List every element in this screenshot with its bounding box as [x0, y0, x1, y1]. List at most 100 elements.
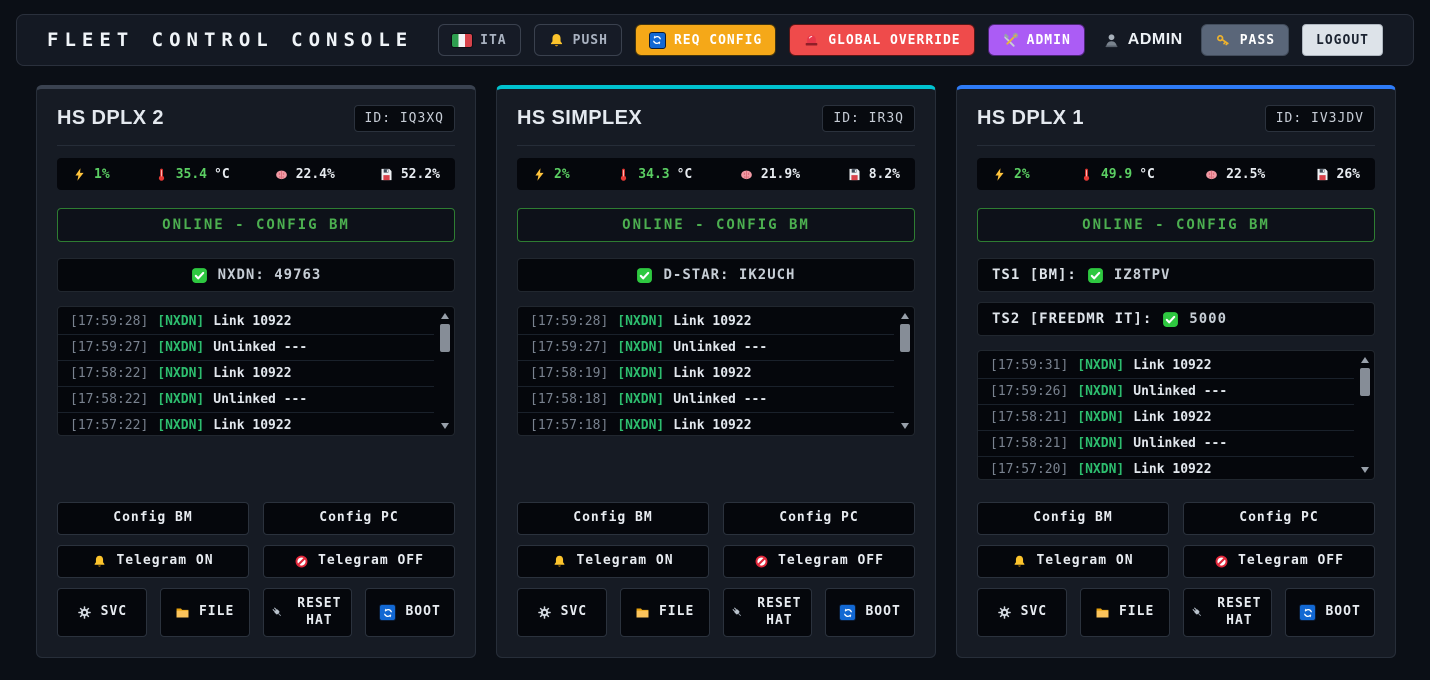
- boot-button[interactable]: BOOT: [1285, 588, 1375, 637]
- bell-icon: [1012, 554, 1027, 569]
- log-entry: [17:59:27][NXDN]Unlinked ---: [518, 335, 894, 361]
- scrollbar-thumb[interactable]: [900, 324, 910, 352]
- telegram-button-row: Telegram ON Telegram OFF: [57, 545, 455, 578]
- language-button-label: ITA: [480, 33, 506, 48]
- boot-button[interactable]: BOOT: [365, 588, 455, 637]
- pass-button[interactable]: PASS: [1201, 24, 1289, 56]
- config-button-row: Config BM Config PC: [57, 502, 455, 535]
- floppy-disk-icon: [1315, 167, 1330, 182]
- reset-hat-button[interactable]: RESET HAT: [263, 588, 353, 637]
- log-mode-tag: [NXDN]: [157, 387, 204, 412]
- logout-button-label: LOGOUT: [1316, 33, 1369, 48]
- reset-hat-button[interactable]: RESET HAT: [723, 588, 813, 637]
- log-mode-tag: [NXDN]: [617, 361, 664, 386]
- disk-value: 52.2%: [401, 167, 440, 182]
- log-scrollbar[interactable]: [1359, 353, 1371, 477]
- cpu-value: 1%: [94, 167, 110, 182]
- network-row: NXDN: 49763: [57, 258, 455, 292]
- log-entry: [17:58:21][NXDN]Unlinked ---: [978, 431, 1354, 457]
- push-button[interactable]: PUSH: [534, 24, 622, 56]
- network-value: IZ8TPV: [1114, 267, 1171, 283]
- event-log[interactable]: [17:59:28][NXDN]Link 10922[17:59:27][NXD…: [517, 306, 915, 436]
- telegram-on-button[interactable]: Telegram ON: [57, 545, 249, 578]
- config-bm-label: Config BM: [1033, 510, 1112, 527]
- log-timestamp: [17:59:31]: [990, 353, 1068, 378]
- network-row: D-STAR: IK2UCH: [517, 258, 915, 292]
- log-message: Link 10922: [213, 361, 291, 386]
- device-card: HS DPLX 1ID: IV3JDV2%49.9°C22.5%26%ONLIN…: [956, 85, 1396, 658]
- config-pc-label: Config PC: [779, 510, 858, 527]
- config-bm-button[interactable]: Config BM: [517, 502, 709, 535]
- user-chip: ADMIN: [1103, 31, 1183, 49]
- scroll-up-arrow-icon[interactable]: [441, 313, 449, 319]
- event-log[interactable]: [17:59:28][NXDN]Link 10922[17:59:27][NXD…: [57, 306, 455, 436]
- file-button[interactable]: FILE: [620, 588, 710, 637]
- config-bm-button[interactable]: Config BM: [57, 502, 249, 535]
- config-pc-button[interactable]: Config PC: [723, 502, 915, 535]
- floppy-disk-icon: [847, 167, 862, 182]
- scroll-down-arrow-icon[interactable]: [1361, 467, 1369, 473]
- telegram-on-button[interactable]: Telegram ON: [517, 545, 709, 578]
- telegram-on-button[interactable]: Telegram ON: [977, 545, 1169, 578]
- telegram-off-button[interactable]: Telegram OFF: [723, 545, 915, 578]
- boot-label: BOOT: [865, 604, 900, 621]
- config-bm-button[interactable]: Config BM: [977, 502, 1169, 535]
- card-actions: Config BM Config PC Telegram ON Telegram OF…: [57, 502, 455, 637]
- card-title-text: HS DPLX 2: [57, 107, 164, 129]
- scroll-down-arrow-icon[interactable]: [901, 423, 909, 429]
- stats-bar: 1%35.4°C22.4%52.2%: [57, 158, 455, 190]
- brain-icon: [274, 167, 289, 182]
- scroll-up-arrow-icon[interactable]: [1361, 357, 1369, 363]
- scrollbar-thumb[interactable]: [1360, 368, 1370, 396]
- svc-button[interactable]: SVC: [517, 588, 607, 637]
- status-banner: ONLINE - CONFIG BM: [57, 208, 455, 242]
- event-log[interactable]: [17:59:31][NXDN]Link 10922[17:59:26][NXD…: [977, 350, 1375, 480]
- language-button[interactable]: ITA: [438, 24, 520, 56]
- boot-button[interactable]: BOOT: [825, 588, 915, 637]
- svc-button[interactable]: SVC: [977, 588, 1067, 637]
- status-text: ONLINE - CONFIG BM: [1082, 217, 1270, 233]
- user-name: ADMIN: [1128, 31, 1183, 49]
- log-timestamp: [17:59:28]: [530, 309, 608, 334]
- bell-icon: [92, 554, 107, 569]
- utility-button-row: SVC FILE RESET HATBOOT: [57, 588, 455, 637]
- log-timestamp: [17:59:26]: [990, 379, 1068, 404]
- card-title-text: HS DPLX 1: [977, 107, 1084, 129]
- telegram-off-button[interactable]: Telegram OFF: [1183, 545, 1375, 578]
- gear-icon: [537, 605, 552, 620]
- config-pc-button[interactable]: Config PC: [263, 502, 455, 535]
- telegram-off-button[interactable]: Telegram OFF: [263, 545, 455, 578]
- scroll-down-arrow-icon[interactable]: [441, 423, 449, 429]
- logout-button[interactable]: LOGOUT: [1302, 24, 1383, 56]
- svc-label: SVC: [561, 604, 587, 621]
- log-mode-tag: [NXDN]: [617, 335, 664, 360]
- log-scrollbar[interactable]: [439, 309, 451, 433]
- network-value: NXDN: 49763: [218, 267, 322, 283]
- log-message: Unlinked ---: [673, 335, 767, 360]
- file-button[interactable]: FILE: [1080, 588, 1170, 637]
- req-config-button[interactable]: REQ CONFIG: [635, 24, 776, 56]
- scroll-up-arrow-icon[interactable]: [901, 313, 909, 319]
- log-mode-tag: [NXDN]: [1077, 353, 1124, 378]
- log-entry: [17:58:19][NXDN]Link 10922: [518, 361, 894, 387]
- reset-hat-button[interactable]: RESET HAT: [1183, 588, 1273, 637]
- temp-stat: 34.3°C: [616, 167, 692, 182]
- global-override-button[interactable]: GLOBAL OVERRIDE: [789, 24, 974, 56]
- card-header: HS DPLX 1ID: IV3JDV: [977, 105, 1375, 132]
- config-button-row: Config BM Config PC: [517, 502, 915, 535]
- thermometer-icon: [616, 167, 631, 182]
- checkbox-checked-icon: [191, 267, 208, 284]
- config-pc-button[interactable]: Config PC: [1183, 502, 1375, 535]
- temp-stat: 35.4°C: [154, 167, 230, 182]
- reset-hat-label: RESET HAT: [1214, 596, 1266, 630]
- file-button[interactable]: FILE: [160, 588, 250, 637]
- utility-button-row: SVC FILE RESET HAT BOOT: [977, 588, 1375, 637]
- log-scrollbar[interactable]: [899, 309, 911, 433]
- log-message: Link 10922: [673, 413, 751, 436]
- log-message: Unlinked ---: [673, 387, 767, 412]
- page-title: FLEET CONTROL CONSOLE: [47, 29, 413, 51]
- scrollbar-thumb[interactable]: [440, 324, 450, 352]
- admin-button[interactable]: ADMIN: [988, 24, 1085, 56]
- device-card: HS SIMPLEXID: IR3Q2%34.3°C21.9%8.2%ONLIN…: [496, 85, 936, 658]
- svc-button[interactable]: SVC: [57, 588, 147, 637]
